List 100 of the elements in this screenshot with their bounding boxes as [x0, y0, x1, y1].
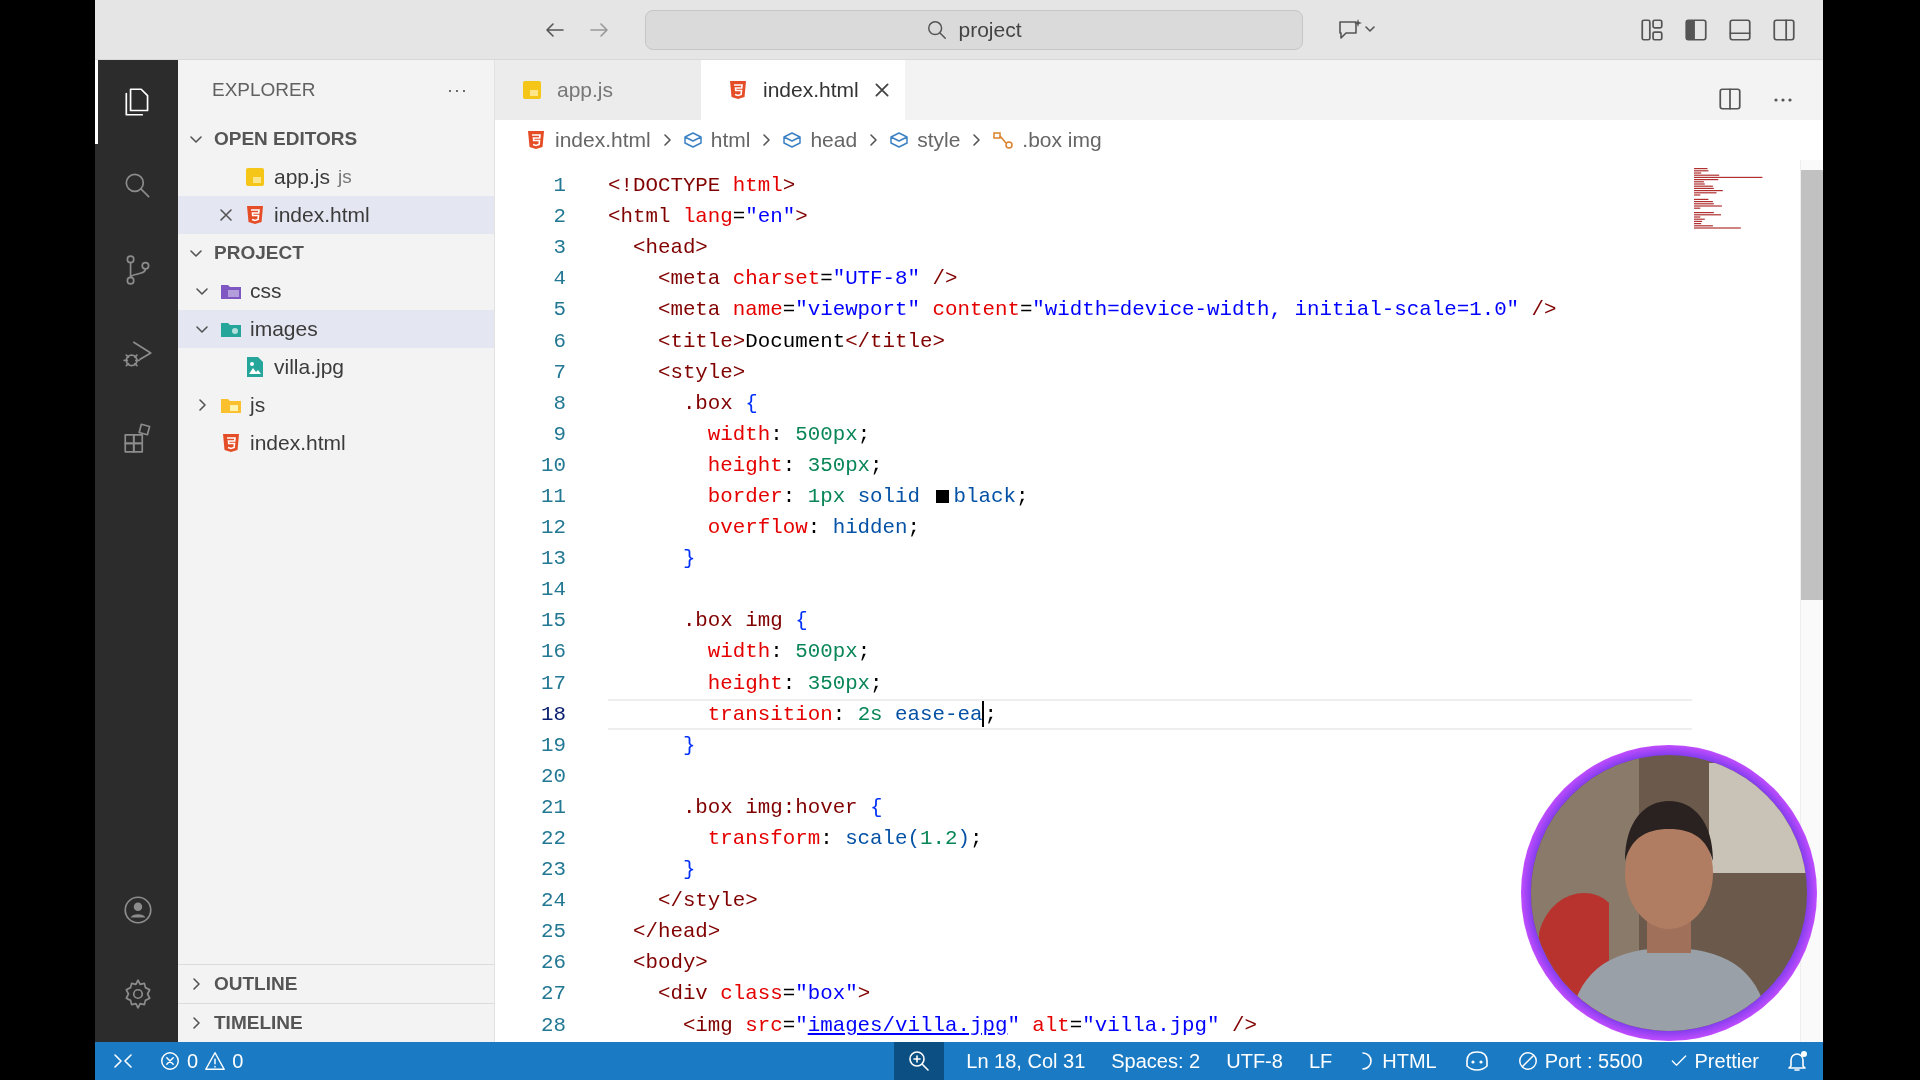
sidebar-toggle-icon[interactable] — [1683, 16, 1709, 43]
line-number: 4 — [552, 267, 566, 291]
code-line: <html lang="en"> — [608, 204, 809, 231]
line-number: 10 — [540, 453, 566, 477]
account-icon[interactable] — [121, 893, 155, 927]
line-number: 15 — [540, 609, 566, 633]
link[interactable]: images/villa.jpg — [807, 1009, 1008, 1041]
code-line: transform: scale(1.2); — [706, 826, 984, 852]
html-file-icon — [220, 432, 242, 454]
line-number: 11 — [540, 485, 566, 508]
line-number: 17 — [540, 671, 566, 695]
tree-item[interactable]: css — [178, 272, 494, 310]
tab[interactable]: app.js — [495, 60, 701, 120]
line-number: 22 — [540, 827, 566, 850]
code-line: <div class="box"> — [656, 981, 872, 1008]
code-line: border: 1px solid black; — [706, 484, 1030, 510]
code-line: } — [681, 546, 697, 573]
html-file-icon — [727, 79, 749, 101]
status-item[interactable]: LF — [1308, 1049, 1333, 1073]
html-file-icon — [244, 204, 266, 226]
line-number: 23 — [540, 858, 566, 882]
status-item[interactable]: Ln 18, Col 31 — [966, 1049, 1086, 1073]
zoom-in-icon — [907, 1049, 932, 1073]
tree-item[interactable]: images — [178, 310, 494, 348]
code-line: </head> — [631, 919, 722, 946]
section-header[interactable]: OPEN EDITORS — [178, 120, 494, 158]
panel-toggle-icon[interactable] — [1727, 16, 1753, 43]
tree-item[interactable]: index.html — [178, 196, 494, 234]
cube-icon — [682, 130, 703, 150]
text-cursor — [982, 701, 985, 728]
section-header[interactable]: OUTLINE — [178, 964, 494, 1003]
line-number: 24 — [540, 889, 566, 913]
code-line: width: 500px; — [706, 421, 872, 448]
warning-icon — [204, 1050, 227, 1072]
line-number: 25 — [540, 920, 566, 944]
more-actions-button[interactable]: ··· — [447, 79, 468, 101]
image-file-icon — [244, 356, 266, 378]
code-line: <style> — [656, 359, 747, 386]
line-number: 9 — [552, 422, 566, 446]
status-item[interactable]: UTF-8 — [1226, 1049, 1283, 1073]
line-number: 7 — [552, 360, 566, 384]
split-editor-icon[interactable] — [1717, 86, 1743, 112]
file-description: js — [338, 166, 352, 188]
breadcrumb-item[interactable]: .box img — [992, 128, 1102, 152]
line-number: 5 — [552, 298, 566, 322]
line-number: 20 — [540, 764, 566, 788]
scrollbar-thumb[interactable] — [1801, 170, 1823, 600]
tree-item[interactable]: app.js js — [178, 158, 494, 196]
code-line: </style> — [656, 888, 759, 915]
line-number: 19 — [540, 733, 566, 757]
symbol-icon — [992, 130, 1015, 150]
close-icon[interactable] — [218, 207, 234, 223]
code-line: height: 350px; — [706, 452, 884, 479]
language-button[interactable]: HTML — [1358, 1049, 1437, 1073]
line-number: 28 — [540, 1013, 566, 1037]
line-number: 1 — [552, 174, 566, 198]
port-button[interactable]: Port : 5500 — [1516, 1049, 1643, 1073]
line-number: 6 — [552, 329, 566, 353]
status-item[interactable]: Spaces: 2 — [1111, 1049, 1201, 1073]
section-header[interactable]: PROJECT — [178, 234, 494, 272]
code-line: } — [681, 857, 697, 884]
breadcrumb-item[interactable]: index.html — [525, 128, 651, 152]
code-line: <!DOCTYPE html> — [608, 173, 797, 200]
tree-item[interactable]: villa.jpg — [178, 348, 494, 386]
breadcrumb-item[interactable]: html — [682, 128, 751, 152]
line-number: 13 — [540, 547, 566, 571]
code-line: <meta charset="UTF-8" /> — [656, 266, 959, 293]
js-file-icon — [521, 79, 543, 101]
close-icon[interactable] — [872, 81, 891, 99]
search-field[interactable]: project — [645, 9, 1303, 50]
prettier-button[interactable]: Prettier — [1668, 1049, 1759, 1073]
secondary-sidebar-icon[interactable] — [1771, 16, 1797, 43]
error-icon — [159, 1050, 181, 1072]
code-line: .box img { — [681, 608, 809, 635]
problems-button[interactable]: 0 0 — [159, 1049, 244, 1073]
line-number: 16 — [540, 640, 566, 664]
zoom-button[interactable] — [894, 1042, 945, 1080]
tree-item[interactable]: index.html — [178, 424, 494, 462]
js-file-icon — [244, 166, 266, 188]
code-line: <body> — [631, 950, 709, 977]
color-swatch-icon[interactable] — [934, 489, 950, 504]
line-number: 14 — [540, 578, 566, 602]
search-icon — [926, 18, 949, 41]
breadcrumb-item[interactable]: style — [889, 128, 961, 152]
tree-item[interactable]: js — [178, 386, 494, 424]
code-line: transition: 2s ease-ea; — [608, 698, 1692, 730]
tab[interactable]: index.html — [701, 60, 905, 120]
line-number: 8 — [552, 391, 566, 415]
code-line: .box img:hover { — [681, 794, 884, 821]
line-number: 12 — [540, 516, 566, 540]
notification-bell-icon[interactable] — [1785, 1049, 1809, 1073]
line-number: 21 — [540, 795, 566, 819]
line-number: 26 — [540, 951, 566, 975]
code-line: overflow: hidden; — [706, 515, 922, 542]
code-line: } — [681, 732, 697, 759]
blocked-icon — [1516, 1050, 1539, 1072]
breadcrumb-item[interactable]: head — [782, 128, 858, 152]
line-number: 3 — [552, 236, 566, 260]
layout-icon[interactable] — [1639, 16, 1665, 43]
code-line: <head> — [631, 235, 709, 262]
